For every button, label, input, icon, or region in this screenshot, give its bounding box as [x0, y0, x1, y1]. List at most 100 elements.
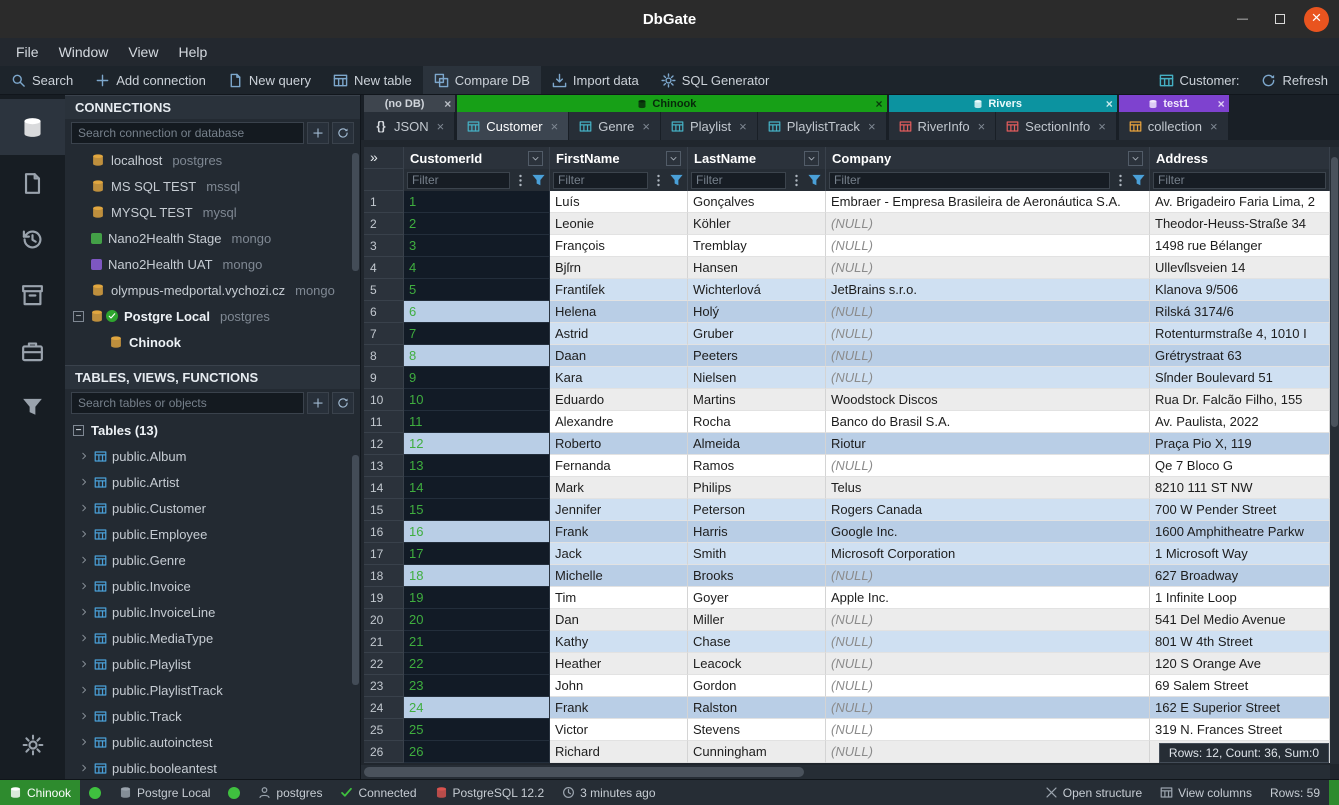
grid-cell[interactable]: 9 [404, 367, 550, 389]
grid-cell[interactable]: (NULL) [826, 741, 1150, 763]
filter-funnel-icon[interactable] [669, 173, 684, 188]
grid-cell[interactable]: Victor [550, 719, 688, 741]
row-number[interactable]: 7 [364, 323, 404, 345]
grid-cell[interactable]: (NULL) [826, 345, 1150, 367]
chevron-right-icon[interactable] [79, 503, 89, 513]
grid-cell[interactable]: 4 [404, 257, 550, 279]
add-table-icon-button[interactable] [307, 392, 329, 414]
toolbar-customer-button[interactable]: Customer: [1148, 66, 1251, 94]
grid-cell[interactable]: (NULL) [826, 213, 1150, 235]
grid-cell[interactable]: Frank [550, 697, 688, 719]
toolbar-refresh-button[interactable]: Refresh [1250, 66, 1339, 94]
table-public-genre[interactable]: public.Genre [65, 547, 360, 573]
table-public-track[interactable]: public.Track [65, 703, 360, 729]
grid-cell[interactable]: Frank [550, 521, 688, 543]
row-number[interactable]: 11 [364, 411, 404, 433]
grid-cell[interactable]: Av. Brigadeiro Faria Lima, 2 [1150, 191, 1330, 213]
row-number[interactable]: 3 [364, 235, 404, 257]
grid-cell[interactable]: Fernanda [550, 455, 688, 477]
chevron-down-icon[interactable] [1128, 151, 1143, 166]
tab-collection[interactable]: collection [1119, 112, 1229, 140]
grid-cell[interactable]: Luís [550, 191, 688, 213]
row-number[interactable]: 20 [364, 609, 404, 631]
connection-olympus-medportal-vychozi-cz[interactable]: olympus-medportal.vychozi.czmongo [65, 277, 360, 303]
grid-cell[interactable]: Ralston [688, 697, 826, 719]
grid-cell[interactable]: (NULL) [826, 697, 1150, 719]
add-connection-icon-button[interactable] [307, 122, 329, 144]
grid-cell[interactable]: 20 [404, 609, 550, 631]
connection-chinook[interactable]: Chinook [65, 329, 360, 355]
grid-cell[interactable]: 16 [404, 521, 550, 543]
status-chinook[interactable]: Chinook [0, 780, 80, 805]
grid-cell[interactable]: (NULL) [826, 257, 1150, 279]
close-icon[interactable] [642, 119, 650, 134]
chevron-down-icon[interactable] [666, 151, 681, 166]
grid-cell[interactable]: (NULL) [826, 455, 1150, 477]
grid-cell[interactable]: Miller [688, 609, 826, 631]
filter-funnel-icon[interactable] [1131, 173, 1146, 188]
collapse-icon[interactable] [73, 311, 84, 322]
grid-cell[interactable]: François [550, 235, 688, 257]
grid-cell[interactable]: 19 [404, 587, 550, 609]
grid-cell[interactable]: Apple Inc. [826, 587, 1150, 609]
grid-cell[interactable]: Goyer [688, 587, 826, 609]
grid-cell[interactable]: Roberto [550, 433, 688, 455]
vertical-scroll-thumb[interactable] [1331, 157, 1338, 427]
horizontal-scrollbar[interactable] [361, 765, 1330, 779]
filter-input-firstname[interactable] [553, 172, 648, 189]
row-number[interactable]: 12 [364, 433, 404, 455]
tab-sectioninfo[interactable]: SectionInfo [996, 112, 1117, 140]
table-public-autoinctest[interactable]: public.autoinctest [65, 729, 360, 755]
grid-cell[interactable]: Rocha [688, 411, 826, 433]
grid-cell[interactable]: Gordon [688, 675, 826, 697]
close-icon[interactable] [1210, 119, 1218, 134]
grid-cell[interactable]: Kara [550, 367, 688, 389]
chevron-right-icon[interactable] [79, 581, 89, 591]
horizontal-scroll-thumb[interactable] [364, 767, 804, 777]
status-postgre-local[interactable]: Postgre Local [110, 780, 219, 805]
chevron-right-icon[interactable] [79, 451, 89, 461]
sidebar-history-button[interactable] [0, 211, 65, 267]
grid-cell[interactable]: Gruber [688, 323, 826, 345]
row-number[interactable]: 14 [364, 477, 404, 499]
filter-input-customerid[interactable] [407, 172, 510, 189]
row-number[interactable]: 16 [364, 521, 404, 543]
tab-group-header[interactable]: Rivers [889, 95, 1117, 112]
grid-cell[interactable]: 24 [404, 697, 550, 719]
grid-cell[interactable]: Harris [688, 521, 826, 543]
grid-cell[interactable]: (NULL) [826, 653, 1150, 675]
tab-group-header[interactable]: test1 [1119, 95, 1229, 112]
grid-cell[interactable]: 10 [404, 389, 550, 411]
close-icon[interactable] [551, 119, 559, 134]
close-button[interactable] [1304, 7, 1329, 32]
grid-cell[interactable]: Stevens [688, 719, 826, 741]
connection-localhost[interactable]: localhostpostgres [65, 147, 360, 173]
grid-cell[interactable]: (NULL) [826, 367, 1150, 389]
menu-view[interactable]: View [118, 44, 168, 60]
grid-cell[interactable]: Richard [550, 741, 688, 763]
grid-cell[interactable]: Frantiſek [550, 279, 688, 301]
grid-cell[interactable]: Rogers Canada [826, 499, 1150, 521]
grid-cell[interactable]: (NULL) [826, 609, 1150, 631]
grid-cell[interactable]: JetBrains s.r.o. [826, 279, 1150, 301]
grid-cell[interactable]: Jack [550, 543, 688, 565]
grid-cell[interactable]: 69 Salem Street [1150, 675, 1330, 697]
grid-cell[interactable]: 6 [404, 301, 550, 323]
sidebar-connections-button[interactable] [0, 99, 65, 155]
tab-group-header[interactable]: (no DB) [364, 95, 455, 112]
grid-cell[interactable]: 700 W Pender Street [1150, 499, 1330, 521]
close-icon[interactable] [437, 119, 445, 134]
chevron-right-icon[interactable] [79, 711, 89, 721]
tables-search-input[interactable] [71, 392, 304, 414]
grid-cell[interactable]: 120 S Orange Ave [1150, 653, 1330, 675]
toolbar-import-data-button[interactable]: Import data [541, 66, 650, 94]
grid-cell[interactable]: Gonçalves [688, 191, 826, 213]
grid-cell[interactable]: 21 [404, 631, 550, 653]
grid-cell[interactable]: Riotur [826, 433, 1150, 455]
grid-cell[interactable]: (NULL) [826, 719, 1150, 741]
minimize-button[interactable] [1230, 7, 1255, 32]
chevron-down-icon[interactable] [528, 151, 543, 166]
row-number[interactable]: 10 [364, 389, 404, 411]
grid-cell[interactable]: 2 [404, 213, 550, 235]
grid-cell[interactable]: Dan [550, 609, 688, 631]
